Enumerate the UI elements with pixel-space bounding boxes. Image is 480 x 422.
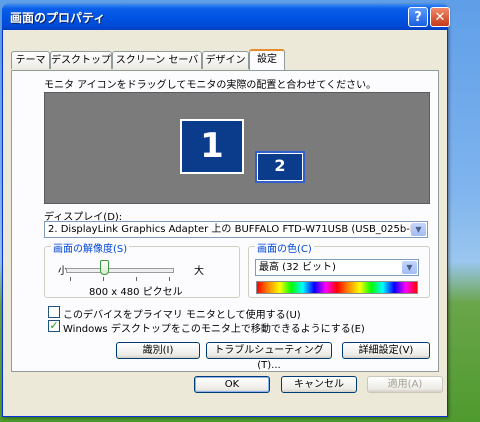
extend-desktop-label[interactable]: Windows デスクトップをこのモニタ上で移動できるようにする(E) <box>63 320 365 335</box>
help-button[interactable]: ? <box>408 7 428 27</box>
color-quality-select[interactable]: 最高 (32 ビット) ▼ <box>255 259 419 276</box>
resolution-title: 画面の解像度(S) <box>51 240 130 255</box>
resolution-slider[interactable] <box>66 268 174 273</box>
close-button[interactable]: ✕ <box>430 7 450 27</box>
monitor-1-icon[interactable]: 1 <box>180 119 244 174</box>
color-spectrum-bar <box>256 281 418 294</box>
resolution-slider-ticks <box>70 277 170 281</box>
monitor-2-icon[interactable]: 2 <box>255 151 305 183</box>
color-quality-value: 最高 (32 ビット) <box>259 262 336 273</box>
ok-button[interactable]: OK <box>194 376 270 393</box>
title-bar[interactable]: 画面のプロパティ ? ✕ <box>2 4 450 30</box>
display-select[interactable]: 2. DisplayLink Graphics Adapter 上の BUFFA… <box>44 221 428 238</box>
tab-desktop[interactable]: デスクトップ <box>50 51 112 69</box>
tab-settings[interactable]: 設定 <box>249 49 285 70</box>
tab-appearance[interactable]: デザイン <box>202 51 249 69</box>
color-quality-title: 画面の色(C) <box>255 240 314 255</box>
identify-button[interactable]: 識別(I) <box>116 342 200 359</box>
resolution-max-label: 大 <box>194 266 204 277</box>
chevron-down-icon[interactable]: ▼ <box>411 223 426 236</box>
resolution-value: 800 x 480 ピクセル <box>89 287 183 298</box>
tab-screensaver[interactable]: スクリーン セーバー <box>112 51 202 84</box>
instruction-text: モニタ アイコンをドラッグしてモニタの実際の配置と合わせてください。 <box>44 80 377 91</box>
checkmark-icon: ✓ <box>49 319 59 332</box>
monitor-arrangement-area: 1 2 <box>44 92 430 204</box>
primary-monitor-checkbox[interactable] <box>48 306 60 318</box>
troubleshoot-button[interactable]: トラブルシューティング(T)... <box>206 342 332 371</box>
extend-desktop-checkbox[interactable]: ✓ <box>48 320 60 332</box>
close-icon: ✕ <box>434 10 446 25</box>
cancel-button[interactable]: キャンセル <box>281 376 357 393</box>
tab-theme[interactable]: テーマ <box>11 51 50 69</box>
advanced-button[interactable]: 詳細設定(V) <box>342 342 430 359</box>
primary-monitor-label[interactable]: このデバイスをプライマリ モニタとして使用する(U) <box>63 306 301 321</box>
window-title: 画面のプロパティ <box>10 11 106 25</box>
chevron-down-icon[interactable]: ▼ <box>402 261 417 274</box>
apply-button[interactable]: 適用(A) <box>367 376 443 393</box>
resolution-slider-thumb[interactable] <box>100 260 109 275</box>
display-select-value: 2. DisplayLink Graphics Adapter 上の BUFFA… <box>48 224 417 235</box>
